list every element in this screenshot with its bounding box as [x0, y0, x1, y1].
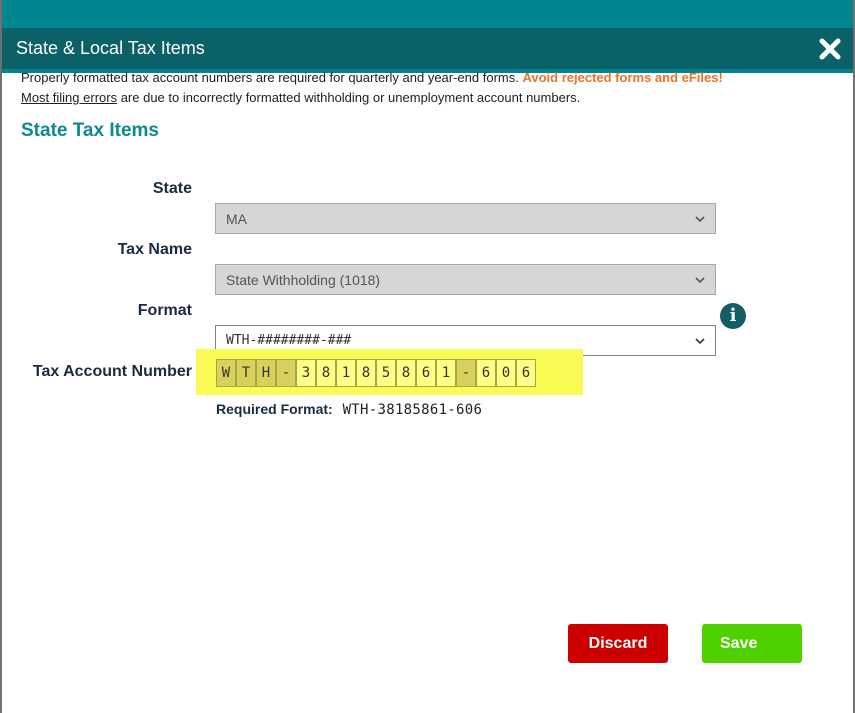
chevron-down-icon	[695, 337, 705, 344]
notice-warning: Avoid rejected forms and eFiles!	[522, 70, 723, 85]
tax-account-input[interactable]: WTH-38185861-606	[216, 359, 536, 387]
account-fixed-char: H	[256, 359, 276, 387]
tax-name-label: Tax Name	[117, 241, 192, 258]
account-fixed-char: -	[276, 359, 296, 387]
account-fixed-char: W	[216, 359, 236, 387]
required-format-value: WTH-38185861-606	[342, 402, 483, 418]
required-format: Required Format: WTH-38185861-606	[216, 401, 482, 418]
tax-account-label: Tax Account Number	[32, 363, 192, 380]
modal-title: State & Local Tax Items	[16, 38, 205, 58]
save-button[interactable]: Save	[702, 624, 802, 663]
section-title: State Tax Items	[21, 120, 159, 141]
account-fixed-char: T	[236, 359, 256, 387]
account-digit-cell[interactable]: 3	[296, 359, 316, 387]
chevron-down-icon	[695, 215, 705, 222]
account-digit-cell[interactable]: 1	[436, 359, 456, 387]
close-icon[interactable]	[817, 36, 843, 62]
state-select: MA	[215, 203, 716, 234]
account-digit-cell[interactable]: 6	[416, 359, 436, 387]
discard-button[interactable]: Discard	[568, 624, 668, 663]
state-value: MA	[226, 210, 247, 227]
tax-name-value: State Withholding (1018)	[226, 271, 381, 288]
account-digit-cell[interactable]: 8	[396, 359, 416, 387]
account-digit-cell[interactable]: 8	[356, 359, 376, 387]
info-icon[interactable]: i	[720, 303, 746, 329]
format-label: Format	[137, 302, 192, 319]
account-digit-cell[interactable]: 5	[376, 359, 396, 387]
required-format-label: Required Format:	[216, 401, 333, 417]
filing-errors-link[interactable]: Most filing errors	[21, 90, 117, 105]
account-digit-cell[interactable]: 8	[316, 359, 336, 387]
notice-text-2: are due to incorrectly formatted withhol…	[117, 90, 581, 105]
format-value: WTH-########-###	[226, 333, 352, 348]
account-digit-cell[interactable]: 0	[496, 359, 516, 387]
background-strip	[0, 0, 855, 28]
chevron-down-icon	[695, 276, 705, 283]
tax-name-select: State Withholding (1018)	[215, 264, 716, 295]
account-digit-cell[interactable]: 6	[516, 359, 536, 387]
filing-notice: Properly formatted tax account numbers a…	[21, 68, 831, 108]
state-label: State	[152, 180, 192, 197]
account-digit-cell[interactable]: 1	[336, 359, 356, 387]
account-digit-cell[interactable]: 6	[476, 359, 496, 387]
account-fixed-char: -	[456, 359, 476, 387]
modal-header: State & Local Tax Items	[2, 28, 853, 73]
notice-text: Properly formatted tax account numbers a…	[21, 70, 523, 85]
